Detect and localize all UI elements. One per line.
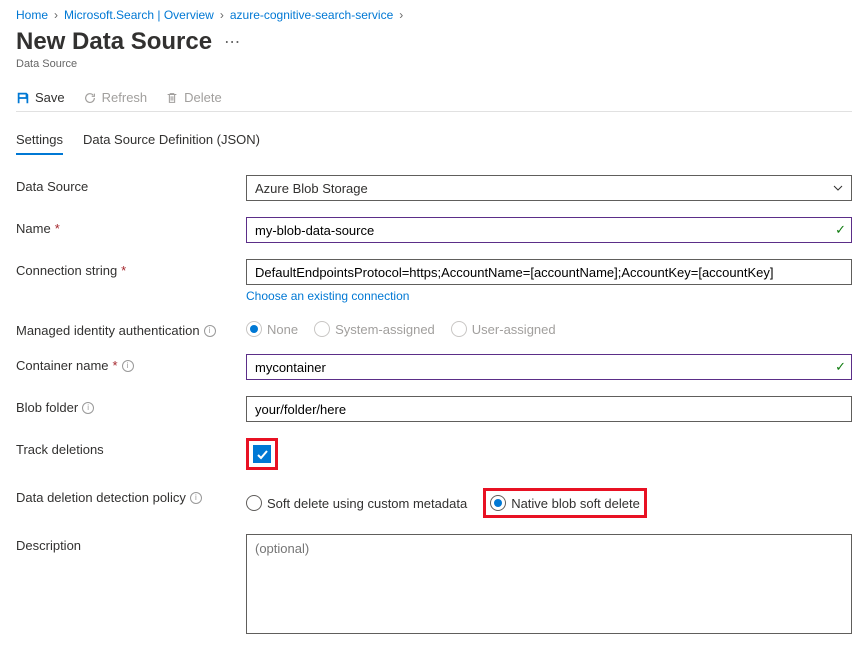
highlight-box: Native blob soft delete <box>483 488 647 518</box>
chevron-down-icon <box>833 183 843 193</box>
radio-circle <box>246 321 262 337</box>
radio-system-label: System-assigned <box>335 322 435 337</box>
required-indicator: * <box>113 358 118 373</box>
info-icon[interactable]: i <box>190 492 202 504</box>
data-source-select[interactable]: Azure Blob Storage <box>246 175 852 201</box>
check-icon: ✓ <box>835 359 846 375</box>
tab-json[interactable]: Data Source Definition (JSON) <box>83 132 260 155</box>
radio-circle <box>451 321 467 337</box>
radio-soft-label: Soft delete using custom metadata <box>267 496 467 511</box>
choose-connection-link[interactable]: Choose an existing connection <box>246 289 409 303</box>
info-icon[interactable]: i <box>122 360 134 372</box>
highlight-box <box>246 438 278 470</box>
tabs: Settings Data Source Definition (JSON) <box>16 132 852 155</box>
refresh-label: Refresh <box>102 90 148 105</box>
save-label: Save <box>35 90 65 105</box>
radio-none[interactable]: None <box>246 321 298 337</box>
info-icon[interactable]: i <box>82 402 94 414</box>
breadcrumb-service[interactable]: azure-cognitive-search-service <box>230 8 393 22</box>
required-indicator: * <box>55 221 60 236</box>
breadcrumb-sep: › <box>399 8 403 22</box>
label-deletion-policy: Data deletion detection policy <box>16 490 186 505</box>
toolbar: Save Refresh Delete <box>16 84 852 112</box>
breadcrumb-home[interactable]: Home <box>16 8 48 22</box>
radio-none-label: None <box>267 322 298 337</box>
delete-label: Delete <box>184 90 222 105</box>
blob-folder-input[interactable] <box>246 396 852 422</box>
more-actions-icon[interactable]: ⋯ <box>224 32 240 52</box>
page-title: New Data Source <box>16 28 212 56</box>
page-subtitle: Data Source <box>16 58 852 70</box>
info-icon[interactable]: i <box>204 325 216 337</box>
radio-soft-delete[interactable]: Soft delete using custom metadata <box>246 495 467 511</box>
tab-settings[interactable]: Settings <box>16 132 63 155</box>
required-indicator: * <box>121 263 126 278</box>
label-container-name: Container name <box>16 358 109 373</box>
radio-user[interactable]: User-assigned <box>451 321 556 337</box>
breadcrumb: Home › Microsoft.Search | Overview › azu… <box>16 8 852 22</box>
label-connection-string: Connection string <box>16 263 117 278</box>
connection-string-input[interactable] <box>246 259 852 285</box>
save-icon <box>16 91 30 105</box>
label-blob-folder: Blob folder <box>16 400 78 415</box>
breadcrumb-sep: › <box>54 8 58 22</box>
description-textarea[interactable] <box>246 534 852 634</box>
label-name: Name <box>16 221 51 236</box>
breadcrumb-sep: › <box>220 8 224 22</box>
radio-native-delete[interactable]: Native blob soft delete <box>490 495 640 511</box>
label-track-deletions: Track deletions <box>16 438 246 457</box>
breadcrumb-search[interactable]: Microsoft.Search | Overview <box>64 8 214 22</box>
label-description: Description <box>16 534 246 553</box>
track-deletions-checkbox[interactable] <box>253 445 271 463</box>
label-managed-identity: Managed identity authentication <box>16 323 200 338</box>
refresh-icon <box>83 91 97 105</box>
name-input[interactable] <box>246 217 852 243</box>
data-source-value: Azure Blob Storage <box>255 181 368 196</box>
radio-native-label: Native blob soft delete <box>511 496 640 511</box>
container-name-input[interactable] <box>246 354 852 380</box>
radio-circle <box>314 321 330 337</box>
refresh-button[interactable]: Refresh <box>83 90 148 105</box>
check-icon: ✓ <box>835 222 846 238</box>
check-icon <box>256 448 269 461</box>
save-button[interactable]: Save <box>16 90 65 105</box>
radio-circle <box>246 495 262 511</box>
label-data-source: Data Source <box>16 175 246 194</box>
delete-icon <box>165 91 179 105</box>
radio-system[interactable]: System-assigned <box>314 321 435 337</box>
delete-button[interactable]: Delete <box>165 90 222 105</box>
radio-user-label: User-assigned <box>472 322 556 337</box>
radio-circle <box>490 495 506 511</box>
